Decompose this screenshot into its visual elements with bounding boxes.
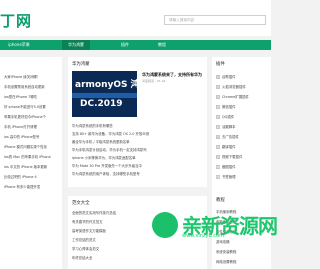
main-nav: iphone苹果 华为鸿蒙 插件 教程 <box>0 40 271 50</box>
rank-badge: 5 <box>216 115 220 119</box>
list-item[interactable]: 大家iPhone 续关闭哪！ <box>4 74 60 79</box>
list-item[interactable]: 年终总结大全 <box>72 255 152 260</box>
section-title-tutorials: 教程 <box>216 198 225 203</box>
list-item[interactable]: 华为鸿蒙系统的用户体验，支持哪些手机型号 <box>72 171 202 176</box>
site-header: 丁网 请输入搜索内容 <box>0 0 271 36</box>
list-item[interactable]: 5 QQ插件 <box>216 114 269 119</box>
list-item[interactable]: 支持 80+ 款华为设备，华为鸿蒙 OS 2.0 开放众测 <box>72 131 202 136</box>
list-item[interactable]: 苹果手机更好如今iPhone个 <box>4 114 60 119</box>
rank-badge: 11 <box>216 175 220 179</box>
list-item[interactable]: 手机设置禁用系统自动更新 <box>4 84 60 89</box>
list-item[interactable]: 系统安装教程 <box>216 249 269 254</box>
list-item[interactable]: 1 谷歌插件 <box>216 74 269 79</box>
list-item[interactable]: 工作总结的范文 <box>72 237 152 242</box>
rank-badge: 1 <box>216 75 220 79</box>
list-item[interactable]: iphone 小米等换华为，华为鸿蒙适配名单 <box>72 155 202 160</box>
list-item[interactable]: 9 视频下载插件 <box>216 154 269 159</box>
harmony-section: 华为鸿蒙 armonyOS 鸿 DC.2019 华为鸿蒙系统来了，支持所有华为 … <box>68 57 207 187</box>
left-article-list: 大家iPhone 续关闭哪！ 手机设置禁用系统自动更新 ios是在iPhone … <box>0 57 62 269</box>
thumbnail-glow <box>72 93 137 98</box>
list-item[interactable]: ios 中文的 iPhone 版本更新 <box>4 164 60 169</box>
list-item[interactable]: 华为鸿蒙系统的手机有哪些 <box>72 123 202 128</box>
list-item[interactable]: 学习心得体会范文 <box>72 246 152 251</box>
list-item[interactable]: 网络设置教程 <box>216 259 269 264</box>
list-item[interactable]: iPhone 有多少能提开发 <box>4 184 60 189</box>
list-item[interactable]: ios的 Mac 的苹果手机 iPhone <box>4 154 60 159</box>
list-item[interactable]: 好 iphone不能进行5.0设置 <box>4 104 60 109</box>
list-item[interactable]: 7 去广告插件 <box>216 134 269 139</box>
list-item[interactable]: 10 截图插件 <box>216 164 269 169</box>
rank-badge: 6 <box>216 125 220 129</box>
section-title: 插件 <box>216 62 225 67</box>
list-item[interactable]: 全面的范文实用写作技巧总结 <box>72 210 152 215</box>
list-item[interactable]: 有关春节的作文范文 <box>72 219 152 224</box>
list-item[interactable]: iPhone 模式问题实现个性化 <box>4 144 60 149</box>
feature-title[interactable]: 华为鸿蒙系统来了，支持所有华为 <box>142 72 202 78</box>
nav-item-plugins[interactable]: 插件 <box>115 40 135 50</box>
rank-badge: 8 <box>216 145 220 149</box>
nav-item-tutorials[interactable]: 教程 <box>152 40 172 50</box>
list-item[interactable]: 4 微信插件 <box>216 104 269 109</box>
list-item[interactable]: 8 翻译插件 <box>216 144 269 149</box>
list-item[interactable]: 华为 Mate 30 Pro 开发版先一个大步升级当中 <box>72 163 202 168</box>
site-logo[interactable]: 丁网 <box>0 10 32 31</box>
watermark-logo-icon <box>152 212 178 238</box>
nav-item-iphone[interactable]: iphone苹果 <box>4 40 34 50</box>
list-item[interactable]: 3 Chrome扩展插件 <box>216 94 269 99</box>
list-item[interactable]: 6 油猴脚本 <box>216 124 269 129</box>
list-item[interactable]: 11 书签管理 <box>216 174 269 179</box>
rank-badge: 10 <box>216 165 220 169</box>
thumbnail-text-bottom: DC.2019 <box>80 99 123 109</box>
thumbnail-text-top: armonyOS 鸿 <box>75 80 137 90</box>
watermark: 亲新资源网 www.xinzy8.com <box>152 208 278 242</box>
list-item[interactable]: 华为手机鸿蒙计划启动，华为手机一定支持鸿蒙吗 <box>72 147 202 152</box>
rank-badge: 9 <box>216 155 220 159</box>
feature-meta: 鸿蒙频道 · 01-04 <box>142 79 166 83</box>
nav-item-harmony[interactable]: 华为鸿蒙 <box>62 40 90 50</box>
list-item[interactable]: ios 高中的 iPhone型号 <box>4 134 60 139</box>
list-item[interactable]: 比较过吧的 iPhone 4 <box>4 174 60 179</box>
section-title: 华为鸿蒙 <box>72 62 90 67</box>
feature-thumbnail[interactable]: armonyOS 鸿 DC.2019 <box>72 71 137 117</box>
rank-badge: 3 <box>216 95 220 99</box>
list-item[interactable]: 最全华为手机 / 平板鸿蒙系统更新名单 <box>72 139 202 144</box>
rank-badge: 7 <box>216 135 220 139</box>
list-item[interactable]: 高考英语作文万能模板 <box>72 228 152 233</box>
watermark-url: www.xinzy8.com <box>182 233 224 239</box>
rank-badge: 4 <box>216 105 220 109</box>
list-item[interactable]: ios是在iPhone 7哪吃 <box>4 94 60 99</box>
search-input[interactable]: 请输入搜索内容 <box>164 15 266 25</box>
rank-badge: 2 <box>216 85 220 89</box>
list-item[interactable]: 手机 iPhone打开清理 <box>4 124 60 129</box>
list-item[interactable]: 2 火狐浏览器插件 <box>216 84 269 89</box>
section-title: 范文大全 <box>72 201 90 206</box>
